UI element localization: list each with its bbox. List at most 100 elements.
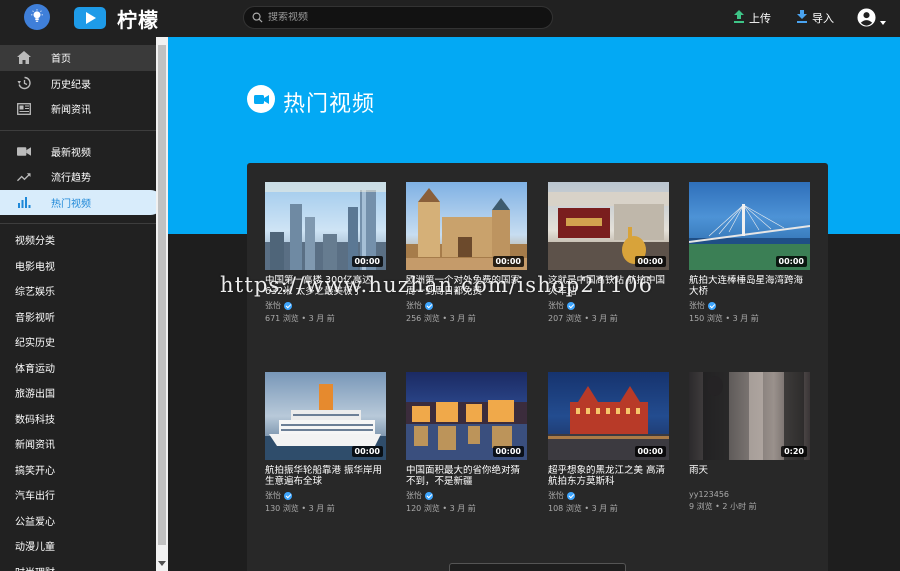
duration-badge: 00:00 [351, 446, 383, 457]
sidebar-category-label: 综艺娱乐 [15, 287, 55, 299]
video-meta: 120 浏览 • 3 月 前 [406, 504, 476, 513]
video-author[interactable]: 张怡 [406, 300, 527, 311]
search-input[interactable] [268, 12, 538, 23]
sidebar-item-label: 新闻资讯 [51, 105, 91, 117]
video-meta: 207 浏览 • 3 月 前 [548, 314, 618, 323]
video-thumbnail[interactable]: 00:00 [265, 182, 386, 270]
video-author[interactable]: 张怡 [265, 490, 386, 501]
author-name: 张怡 [265, 301, 281, 310]
sidebar-category-item[interactable]: 新闻资讯 [0, 431, 156, 457]
video-card[interactable]: 00:00 航拍振华轮船靠港 振华岸用生意遍布全球 张怡 130 浏览 • 3 … [265, 372, 386, 514]
video-thumbnail[interactable]: 00:00 [548, 182, 669, 270]
sidebar-category-item[interactable]: 综艺娱乐 [0, 278, 156, 304]
sidebar-category-item[interactable]: 数码科技 [0, 406, 156, 432]
video-title[interactable]: 航拍振华轮船靠港 振华岸用生意遍布全球 [265, 465, 386, 487]
sidebar-item-trending[interactable]: 流行趋势 [0, 164, 156, 190]
sidebar-category-label: 数码科技 [15, 414, 55, 426]
sidebar-category-label: 汽车出行 [15, 491, 55, 503]
duration-badge: 00:00 [634, 446, 666, 457]
scroll-down-arrow-icon[interactable] [158, 561, 166, 566]
video-card[interactable]: 0:20 雨天 yy123456 9 浏览 • 2 小时 前 [689, 372, 810, 512]
video-card[interactable]: 00:00 中国面积最大的省你绝对猜不到，不是新疆 张怡 120 浏览 • 3 … [406, 372, 527, 514]
theme-toggle-button[interactable] [24, 4, 50, 30]
account-menu[interactable] [857, 8, 886, 31]
sidebar-nav: 首页 历史纪录 新闻资讯 最新视频 流行趋势 热门视频 视频分类电影电视综艺娱乐… [0, 45, 163, 571]
video-author[interactable]: 张怡 [406, 490, 527, 501]
watermark-text: https://www.huzhan.com/ishop21106 [220, 273, 654, 297]
sidebar-category-label: 视频分类 [15, 236, 55, 248]
logo-text[interactable]: 柠檬 [117, 4, 159, 33]
video-card[interactable]: 00:00 超乎想象的黑龙江之美 高清航拍东方莫斯科 张怡 108 浏览 • 3… [548, 372, 669, 514]
duration-badge: 00:00 [492, 256, 524, 267]
video-meta: 108 浏览 • 3 月 前 [548, 504, 618, 513]
sidebar-category-item[interactable]: 动漫儿童 [0, 533, 156, 559]
sidebar-category-label: 时尚理财 [15, 564, 55, 571]
duration-badge: 0:20 [781, 446, 807, 457]
duration-badge: 00:00 [775, 256, 807, 267]
video-title[interactable]: 超乎想象的黑龙江之美 高清航拍东方莫斯科 [548, 465, 669, 487]
sidebar-category-item[interactable]: 纪实历史 [0, 329, 156, 355]
load-more-button[interactable] [449, 563, 626, 571]
video-author[interactable]: 张怡 [548, 490, 669, 501]
sidebar-category-label: 新闻资讯 [15, 440, 55, 452]
video-meta: 150 浏览 • 3 月 前 [689, 314, 759, 323]
video-thumbnail[interactable]: 00:00 [548, 372, 669, 460]
verified-icon [708, 301, 716, 310]
sidebar-category-label: 音影视听 [15, 312, 55, 324]
video-thumbnail[interactable]: 00:00 [406, 372, 527, 460]
lightbulb-icon [30, 8, 44, 27]
sidebar-category-item[interactable]: 公益爱心 [0, 508, 156, 534]
video-thumbnail[interactable]: 00:00 [265, 372, 386, 460]
sidebar-category-item[interactable]: 搞笑开心 [0, 457, 156, 483]
verified-icon [567, 301, 575, 310]
sidebar-category-item[interactable]: 体育运动 [0, 355, 156, 381]
author-name: 张怡 [406, 301, 422, 310]
video-card[interactable]: 00:00 航拍大连棒棰岛星海湾跨海大桥 张怡 150 浏览 • 3 月 前 [689, 182, 810, 324]
video-card[interactable]: 00:00 欧洲第一个对外免费的国家 周一到周日都免费 张怡 256 浏览 • … [406, 182, 527, 324]
history-icon [17, 76, 31, 90]
sidebar-item-history[interactable]: 历史纪录 [0, 71, 156, 97]
sidebar-scrollbar-thumb[interactable] [158, 45, 166, 545]
video-author[interactable]: yy123456 [689, 490, 810, 499]
video-author[interactable]: 张怡 [548, 300, 669, 311]
sidebar-category-item[interactable]: 视频分类 [0, 227, 156, 253]
video-title[interactable]: 航拍大连棒棰岛星海湾跨海大桥 [689, 275, 810, 297]
video-thumbnail[interactable]: 0:20 [689, 372, 810, 460]
logo-play-icon[interactable] [74, 7, 106, 29]
sidebar-category-item[interactable]: 汽车出行 [0, 482, 156, 508]
sidebar-item-latest[interactable]: 最新视频 [0, 139, 156, 165]
sidebar-category-label: 纪实历史 [15, 338, 55, 350]
video-card[interactable]: 00:00 中国第一高楼 300亿高达632米 太多之最美极了 张怡 671 浏… [265, 182, 386, 324]
sidebar-category-item[interactable]: 旅游出国 [0, 380, 156, 406]
video-meta: 671 浏览 • 3 月 前 [265, 314, 335, 323]
sidebar-category-item[interactable]: 时尚理财 [0, 559, 156, 571]
upload-button[interactable]: 上传 [733, 10, 771, 26]
sidebar-item-label: 最新视频 [51, 147, 91, 159]
video-author[interactable]: 张怡 [265, 300, 386, 311]
search-icon [252, 8, 263, 27]
verified-icon [284, 301, 292, 310]
sidebar-item-hot-videos[interactable]: 热门视频 [0, 189, 163, 215]
video-author[interactable]: 张怡 [689, 300, 810, 311]
sidebar-category-label: 动漫儿童 [15, 542, 55, 554]
sidebar-category-item[interactable]: 音影视听 [0, 304, 156, 330]
upload-icon [733, 10, 745, 26]
video-camera-icon [247, 85, 275, 113]
author-name: 张怡 [548, 491, 564, 500]
sidebar-item-news[interactable]: 新闻资讯 [0, 96, 156, 122]
import-button[interactable]: 导入 [796, 10, 834, 26]
video-thumbnail[interactable]: 00:00 [406, 182, 527, 270]
sidebar-category-label: 电影电视 [15, 261, 55, 273]
video-title[interactable]: 中国面积最大的省你绝对猜不到，不是新疆 [406, 465, 527, 487]
upload-label: 上传 [749, 12, 771, 25]
video-card[interactable]: 00:00 这就是中国高铁站 航拍中国火车站 张怡 207 浏览 • 3 月 前 [548, 182, 669, 324]
download-icon [796, 10, 808, 26]
duration-badge: 00:00 [634, 256, 666, 267]
video-thumbnail[interactable]: 00:00 [689, 182, 810, 270]
sidebar-item-label: 历史纪录 [51, 79, 91, 91]
sidebar-item-home[interactable]: 首页 [0, 45, 156, 71]
video-title[interactable]: 雨天 [689, 465, 810, 487]
search-box[interactable] [243, 6, 553, 29]
video-grid-panel: 00:00 中国第一高楼 300亿高达632米 太多之最美极了 张怡 671 浏… [247, 163, 828, 571]
sidebar-category-item[interactable]: 电影电视 [0, 253, 156, 279]
